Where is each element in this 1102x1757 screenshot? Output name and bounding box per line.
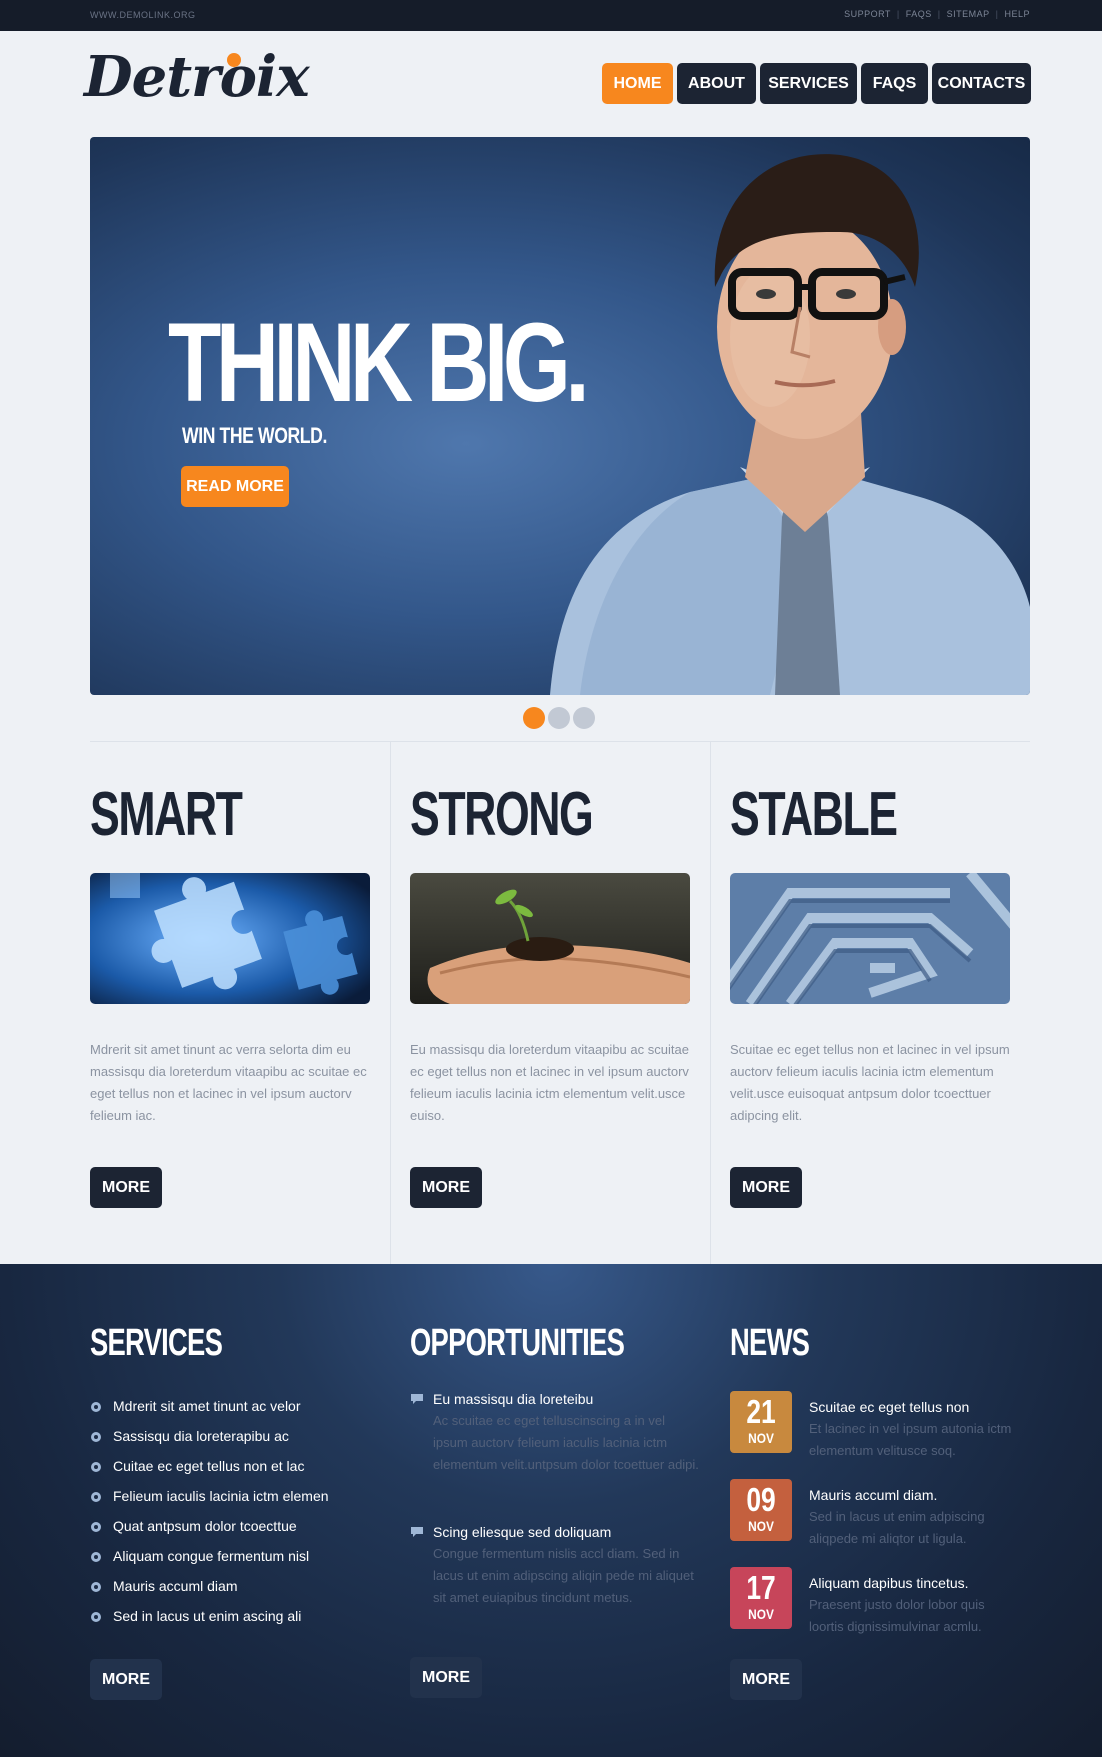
opportunities-more-button[interactable]: MORE bbox=[410, 1657, 482, 1698]
puzzle-image bbox=[90, 873, 370, 1004]
news-more-button[interactable]: MORE bbox=[730, 1659, 802, 1700]
site-logo[interactable]: Detroix bbox=[84, 44, 310, 110]
read-more-button[interactable]: READ MORE bbox=[181, 466, 289, 507]
support-link[interactable]: SUPPORT bbox=[844, 9, 891, 19]
nav-home[interactable]: HOME bbox=[602, 63, 673, 104]
nav-faqs[interactable]: FAQS bbox=[861, 63, 928, 104]
list-item[interactable]: Quat antpsum dolor tcoecttue bbox=[90, 1511, 329, 1541]
opportunity-item: Scing eliesque sed doliquam Congue ferme… bbox=[410, 1521, 700, 1609]
feature-text: Scuitae ec eget tellus non et lacinec in… bbox=[730, 1042, 1010, 1123]
opportunity-title[interactable]: Eu massisqu dia loreteibu bbox=[410, 1388, 700, 1410]
opportunity-item: Eu massisqu dia loreteibu Ac scuitae ec … bbox=[410, 1388, 700, 1476]
opportunity-text: Congue fermentum nislis accl diam. Sed i… bbox=[433, 1546, 694, 1605]
hero-subtitle: WIN THE WORLD. bbox=[182, 423, 327, 448]
hero-person-image bbox=[550, 154, 1030, 695]
top-links: SUPPORT | FAQS | SITEMAP | HELP bbox=[844, 9, 1030, 19]
feature-title: STABLE bbox=[730, 780, 898, 849]
list-item[interactable]: Aliquam congue fermentum nisl bbox=[90, 1541, 329, 1571]
opportunity-title[interactable]: Scing eliesque sed doliquam bbox=[410, 1521, 700, 1543]
feature-more-button[interactable]: MORE bbox=[90, 1167, 162, 1208]
services-title: SERVICES bbox=[90, 1322, 223, 1364]
news-column: NEWS 21 NOV Scuitae ec eget tellus non E… bbox=[730, 1264, 1030, 1757]
opportunities-title: OPPORTUNITIES bbox=[410, 1322, 625, 1364]
top-link-separator: | bbox=[995, 9, 999, 19]
logo-dot bbox=[227, 53, 241, 67]
nav-contacts[interactable]: CONTACTS bbox=[932, 63, 1031, 104]
list-item[interactable]: Mauris accuml diam bbox=[90, 1571, 329, 1601]
news-date-badge: 21 NOV bbox=[730, 1391, 792, 1453]
footer-section: SERVICES Mdrerit sit amet tinunt ac velo… bbox=[0, 1264, 1102, 1757]
help-link[interactable]: HELP bbox=[1004, 9, 1030, 19]
nav-about[interactable]: ABOUT bbox=[677, 63, 756, 104]
top-bar: WWW.DEMOLINK.ORG SUPPORT | FAQS | SITEMAP | HE… bbox=[0, 0, 1102, 31]
maze-image bbox=[730, 873, 1010, 1004]
gear-bullet-icon bbox=[91, 1552, 101, 1562]
list-item[interactable]: Sassisqu dia loreterapibu ac bbox=[90, 1421, 329, 1451]
news-title: NEWS bbox=[730, 1322, 810, 1364]
feature-text: Mdrerit sit amet tinunt ac verra selorta… bbox=[90, 1042, 367, 1123]
nav-services[interactable]: SERVICES bbox=[760, 63, 857, 104]
gear-bullet-icon bbox=[91, 1612, 101, 1622]
faqs-link[interactable]: FAQS bbox=[906, 9, 932, 19]
gear-bullet-icon bbox=[91, 1582, 101, 1592]
speech-bubble-icon bbox=[411, 1527, 423, 1537]
news-text: Et lacinec in vel ipsum autonia ictm ele… bbox=[809, 1421, 1012, 1458]
list-item[interactable]: Mdrerit sit amet tinunt ac velor bbox=[90, 1391, 329, 1421]
gear-bullet-icon bbox=[91, 1432, 101, 1442]
speech-bubble-icon bbox=[411, 1394, 423, 1404]
news-title-link[interactable]: Scuitae ec eget tellus non bbox=[809, 1396, 969, 1418]
feature-title: STRONG bbox=[410, 780, 594, 849]
news-date-badge: 17 NOV bbox=[730, 1567, 792, 1629]
feature-text: Eu massisqu dia loreterdum vitaapibu ac … bbox=[410, 1042, 689, 1123]
sitemap-link[interactable]: SITEMAP bbox=[947, 9, 990, 19]
gear-bullet-icon bbox=[91, 1492, 101, 1502]
slider-dot-3[interactable] bbox=[573, 707, 595, 729]
feature-more-button[interactable]: MORE bbox=[730, 1167, 802, 1208]
feature-more-button[interactable]: MORE bbox=[410, 1167, 482, 1208]
slider-dot-2[interactable] bbox=[548, 707, 570, 729]
hero-title: THINK BIG. bbox=[168, 300, 590, 425]
services-more-button[interactable]: MORE bbox=[90, 1659, 162, 1700]
top-link-separator: | bbox=[937, 9, 941, 19]
services-column: SERVICES Mdrerit sit amet tinunt ac velo… bbox=[90, 1264, 390, 1757]
feature-smart: SMART Mdrerit sit amet tinunt ac verra s… bbox=[90, 742, 410, 1264]
feature-title: SMART bbox=[90, 780, 243, 849]
news-title-link[interactable]: Aliquam dapibus tincetus. bbox=[809, 1572, 969, 1594]
slider-dot-1[interactable] bbox=[523, 707, 545, 729]
news-text: Praesent justo dolor lobor quis loortis … bbox=[809, 1597, 985, 1634]
opportunities-column: OPPORTUNITIES Eu massisqu dia loreteibu … bbox=[410, 1264, 710, 1757]
services-list: Mdrerit sit amet tinunt ac velor Sassisq… bbox=[90, 1391, 329, 1631]
domain-label: WWW.DEMOLINK.ORG bbox=[90, 10, 196, 20]
opportunity-text: Ac scuitae ec eget telluscinscing a in v… bbox=[433, 1413, 699, 1472]
gear-bullet-icon bbox=[91, 1462, 101, 1472]
gear-bullet-icon bbox=[91, 1402, 101, 1412]
gear-bullet-icon bbox=[91, 1522, 101, 1532]
hero-slider: THINK BIG. WIN THE WORLD. READ MORE bbox=[90, 137, 1030, 695]
news-item: 17 NOV Aliquam dapibus tincetus. Praesen… bbox=[730, 1567, 1020, 1634]
feature-stable: STABLE Scuitae ec eget tellus non et lac… bbox=[730, 742, 1050, 1264]
list-item[interactable]: Sed in lacus ut enim ascing ali bbox=[90, 1601, 329, 1631]
feature-strong: STRONG Eu massisqu dia loreterdum vitaap… bbox=[410, 742, 730, 1264]
news-title-link[interactable]: Mauris accuml diam. bbox=[809, 1484, 937, 1506]
news-item: 09 NOV Mauris accuml diam. Sed in lacus … bbox=[730, 1479, 1020, 1546]
news-text: Sed in lacus ut enim adpiscing aliqpede … bbox=[809, 1509, 985, 1546]
list-item[interactable]: Cuitae ec eget tellus non et lac bbox=[90, 1451, 329, 1481]
news-date-badge: 09 NOV bbox=[730, 1479, 792, 1541]
top-link-separator: | bbox=[896, 9, 900, 19]
news-item: 21 NOV Scuitae ec eget tellus non Et lac… bbox=[730, 1391, 1020, 1458]
list-item[interactable]: Felieum iaculis lacinia ictm elemen bbox=[90, 1481, 329, 1511]
sprout-hand-image bbox=[410, 873, 690, 1004]
